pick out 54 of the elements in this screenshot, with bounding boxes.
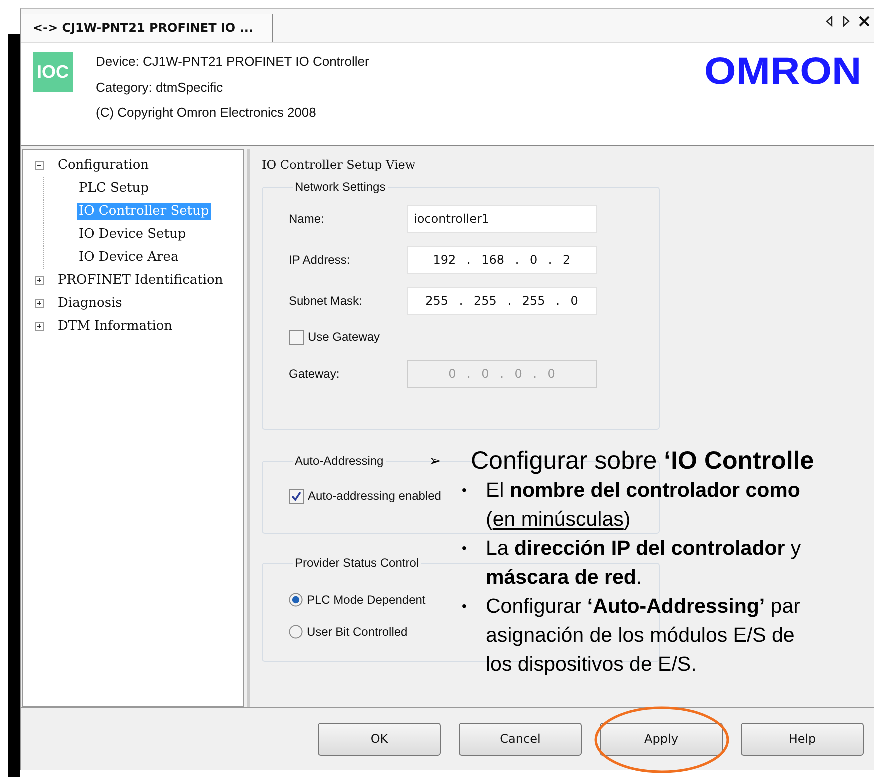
field-label: Gateway:: [289, 366, 341, 380]
scroll-right-icon[interactable]: [842, 16, 851, 27]
radio[interactable]: [289, 625, 303, 639]
radio-selected[interactable]: [289, 593, 303, 607]
input-field[interactable]: iocontroller1: [407, 204, 597, 232]
checkbox-label: Auto-addressing enabled: [308, 489, 442, 503]
bullet-mark: •: [462, 597, 468, 616]
field-label: Subnet Mask:: [289, 294, 364, 308]
tree-item[interactable]: Configuration: [56, 157, 152, 174]
callout-text: La dirección IP del controlador y: [486, 536, 802, 562]
close-icon[interactable]: [859, 16, 870, 27]
checkbox-label: Use Gateway: [308, 330, 380, 344]
tree-item[interactable]: DTM Information: [56, 318, 175, 335]
radio-label: PLC Mode Dependent: [307, 593, 426, 607]
bullet-mark: •: [462, 481, 468, 500]
callout-text: (en minúsculas): [486, 507, 632, 533]
group-title: Auto-Addressing: [294, 454, 385, 468]
tree-item[interactable]: Diagnosis: [56, 295, 124, 312]
tree-item[interactable]: PLC Setup: [77, 180, 151, 197]
expand-icon[interactable]: [35, 299, 44, 308]
logo: OMRON: [704, 51, 862, 94]
device-icon: IOC: [33, 52, 73, 92]
callout-text: los dispositivos de E/S.: [486, 652, 698, 678]
field-label: Name:: [289, 212, 326, 226]
tree-item[interactable]: IO Device Setup: [77, 226, 188, 243]
expand-icon[interactable]: [35, 276, 44, 285]
callout-text: El nombre del controlador como: [486, 478, 800, 504]
view-title: IO Controller Setup View: [262, 158, 417, 172]
ip-address-field[interactable]: 192 . 168 . 0 . 2: [407, 246, 597, 274]
ip-address-field[interactable]: 255 . 255 . 255 . 0: [407, 286, 597, 314]
tree-item[interactable]: IO Device Area: [77, 249, 181, 266]
dialog-button[interactable]: Help: [741, 722, 864, 756]
arrow-bullet: ➢: [429, 452, 443, 470]
dialog-button[interactable]: OK: [318, 722, 441, 756]
group-title: Provider Status Control: [294, 556, 420, 570]
dialog-button[interactable]: Apply: [600, 722, 723, 756]
scroll-left-icon[interactable]: [825, 16, 834, 27]
callout-heading: Configurar sobre ‘IO Controlle: [471, 446, 814, 476]
dialog-button[interactable]: Cancel: [459, 722, 582, 756]
bullet-mark: •: [462, 539, 468, 558]
checkbox-checked[interactable]: [289, 488, 304, 504]
expand-icon[interactable]: [35, 322, 44, 331]
tree-item[interactable]: PROFINET Identification: [56, 272, 226, 289]
device-info: (C) Copyright Omron Electronics 2008: [96, 104, 318, 122]
collapse-icon[interactable]: [35, 161, 44, 170]
callout-text: Configurar ‘Auto-Addressing’ par: [486, 594, 800, 620]
checkbox[interactable]: [289, 330, 304, 344]
group-title: Network Settings: [294, 180, 387, 194]
device-info: Category: dtmSpecific: [96, 78, 224, 97]
field-label: IP Address:: [289, 252, 352, 266]
callout-text: asignación de los módulos E/S de: [486, 623, 796, 649]
device-info: Device: CJ1W-PNT21 PROFINET IO Controller: [96, 53, 370, 71]
callout-text: máscara de red.: [486, 565, 644, 591]
radio-label: User Bit Controlled: [307, 625, 408, 639]
